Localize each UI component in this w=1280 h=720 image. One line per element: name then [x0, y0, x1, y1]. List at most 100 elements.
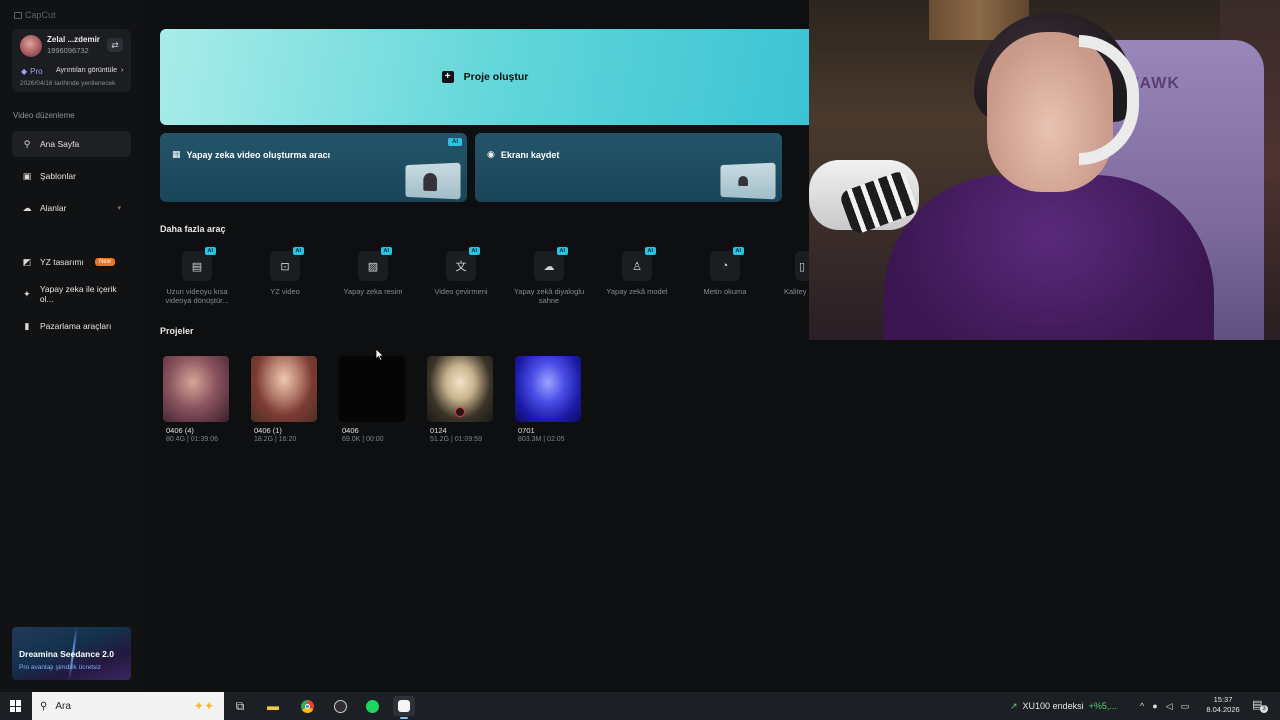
avatar[interactable]: [20, 35, 42, 57]
obs-icon[interactable]: [329, 696, 351, 716]
file-explorer-icon[interactable]: ▬: [262, 696, 284, 716]
project-meta: 80.4G | 01:39:06: [166, 436, 219, 443]
capcut-window: CapCut Zelal ...zdemir 1996096732 ⇄ ◆ Pr…: [0, 0, 1280, 692]
sidebar-item-label: Pazarlama araçları: [40, 321, 112, 331]
clock-time: 15:37: [1213, 695, 1233, 704]
tool-label: Yapay zekâ diyaloglu sahne: [513, 287, 585, 305]
sidebar-item-spaces[interactable]: ☁ Alanlar ▾: [12, 195, 131, 221]
speech-icon: ◔: [721, 260, 729, 272]
project-meta: 18.2G | 16:20: [254, 436, 297, 443]
sidebar-item-label: Alanlar: [40, 203, 67, 213]
tool-quality[interactable]: ▯ Kalitey: [775, 251, 809, 296]
sidebar-item-label: Yapay zeka ile içerik ol...: [39, 284, 117, 304]
promo-banner[interactable]: Dreamina Seedance 2.0 Pro avantajı şimdi…: [12, 627, 131, 680]
ai-video-generator-card[interactable]: ▦ Yapay zeka video oluşturma aracı AI: [160, 133, 467, 202]
tool-label: Metin okuma: [703, 287, 747, 296]
video-plus-icon: ⊡: [280, 260, 290, 273]
image-ai-icon: ▨: [367, 260, 379, 273]
tool-text-to-speech[interactable]: ◔ AI Metin okuma: [687, 247, 763, 296]
sidebar-item-ai-design[interactable]: ◩ YZ tasarımı New: [12, 249, 131, 275]
project-thumbnail: [251, 356, 317, 422]
record-dot-icon: [455, 407, 465, 417]
mouse-cursor: [375, 348, 384, 361]
switch-account-icon[interactable]: ⇄: [107, 38, 123, 52]
stock-widget[interactable]: ↗ XU100 endeksi +%5,...: [1010, 692, 1117, 720]
capcut-taskbar-icon[interactable]: [393, 696, 415, 719]
project-meta: 69.0K | 00:00: [342, 436, 384, 443]
promo-title: Dreamina Seedance 2.0: [19, 649, 114, 659]
create-project-button[interactable]: + Proje oluştur: [160, 29, 810, 125]
model-icon: ♙: [632, 260, 642, 273]
screen-record-card[interactable]: ◉ Ekranı kaydet: [475, 133, 782, 202]
projects-title: Projeler: [160, 326, 194, 336]
tool-label: Yapay zekâ model: [606, 287, 668, 296]
tool-ai-image[interactable]: ▨ AI Yapay zeka resim: [335, 247, 411, 296]
task-view-icon[interactable]: ⧉: [229, 696, 251, 716]
account-name: Zelal ...zdemir: [47, 35, 100, 44]
sidebar-item-label: Ana Sayfa: [40, 139, 80, 149]
plus-icon: +: [441, 71, 454, 83]
sidebar-item-marketing[interactable]: ▮ Pazarlama araçları: [12, 313, 131, 339]
card-label: Ekranı kaydet: [500, 149, 560, 160]
taskbar-search[interactable]: ⚲ Ara ✦✦: [32, 692, 224, 720]
webcam-overlay: HAWK: [809, 0, 1280, 340]
ai-badge: AI: [732, 247, 744, 255]
account-card[interactable]: Zelal ...zdemir 1996096732 ⇄ ◆ Pro Ayrın…: [12, 29, 131, 92]
project-name: 0406: [342, 426, 359, 435]
template-icon: ▣: [22, 170, 32, 181]
project-name: 0701: [518, 426, 535, 435]
new-badge: New: [94, 258, 115, 266]
quality-icon: ▯: [798, 260, 806, 273]
ai-badge: AI: [380, 247, 392, 255]
chart-up-icon: ↗: [1010, 700, 1018, 711]
chevron-down-icon[interactable]: ▾: [117, 204, 121, 212]
project-name: 0406 (1): [254, 426, 282, 435]
view-details-label: Ayrıntıları görüntüle: [56, 67, 117, 74]
app-name: CapCut: [25, 10, 56, 20]
tool-label: Uzun videoyu kısa videoya dönüştür...: [165, 287, 229, 305]
spotify-icon[interactable]: [361, 696, 383, 716]
view-details-link[interactable]: Ayrıntıları görüntüle ›: [56, 67, 123, 74]
project-card[interactable]: 0406 (1) 18.2G | 16:20: [251, 356, 321, 443]
tool-ai-model[interactable]: ♙ AI Yapay zekâ model: [599, 247, 675, 296]
chrome-icon[interactable]: [296, 696, 318, 716]
translate-icon: 文: [455, 261, 467, 273]
project-thumbnail: [515, 356, 581, 422]
project-card[interactable]: 0406 (4) 80.4G | 01:39:06: [163, 356, 233, 443]
cloud-icon: ☁: [22, 202, 32, 213]
tool-video-translator[interactable]: 文 AI Video çevirmeni: [423, 247, 499, 296]
tool-label: Kalitey: [784, 287, 807, 296]
ai-design-icon: ◩: [22, 256, 32, 267]
home-icon: ⚲: [23, 138, 31, 149]
volume-icon[interactable]: ◁: [1166, 701, 1173, 712]
stock-change: +%5,...: [1088, 701, 1117, 711]
card-preview-image: [405, 162, 461, 200]
card-preview-image: [720, 162, 776, 200]
chevron-up-icon[interactable]: ^: [1140, 701, 1144, 711]
sidebar-item-ai-content[interactable]: ✦ Yapay zeka ile içerik ol...: [12, 281, 131, 307]
ai-badge: AI: [644, 247, 656, 255]
film-grid-icon: ▦: [172, 149, 181, 159]
marketing-icon: ▮: [24, 320, 30, 331]
tool-dialog-scene[interactable]: ☁ AI Yapay zekâ diyaloglu sahne: [511, 247, 587, 305]
sidebar-item-templates[interactable]: ▣ Şablonlar: [12, 163, 131, 189]
network-icon[interactable]: ▭: [1181, 701, 1190, 712]
app-logo: CapCut: [14, 10, 56, 20]
project-card[interactable]: 0701 803.3M | 02:05: [515, 356, 585, 443]
card-label: Yapay zeka video oluşturma aracı: [186, 149, 331, 160]
notification-icon[interactable]: ▤ 3: [1252, 698, 1268, 713]
clock[interactable]: 15:37 8.04.2026: [1202, 695, 1244, 715]
tool-ai-video[interactable]: ⊡ AI YZ video: [247, 247, 323, 296]
project-card[interactable]: 0406 69.0K | 00:00: [339, 356, 409, 443]
ai-badge: AI: [292, 247, 304, 255]
project-thumbnail: [427, 356, 493, 422]
tool-long-to-short[interactable]: ▤ AI Uzun videoyu kısa videoya dönüştür..…: [159, 247, 235, 305]
microphone-icon[interactable]: ●: [1152, 701, 1157, 711]
clock-date: 8.04.2026: [1206, 705, 1240, 714]
project-meta: 803.3M | 02:05: [518, 436, 565, 443]
windows-start-icon[interactable]: [10, 700, 22, 712]
sidebar-item-home[interactable]: ⚲ Ana Sayfa: [12, 131, 131, 157]
taskbar: ⚲ Ara ✦✦ ⧉ ▬ ↗ XU100 endeksi +%5,... ^ ●…: [0, 692, 1280, 720]
project-card[interactable]: 0124 51.2G | 01:09:59: [427, 356, 497, 443]
capcut-logo-icon: [14, 11, 22, 19]
